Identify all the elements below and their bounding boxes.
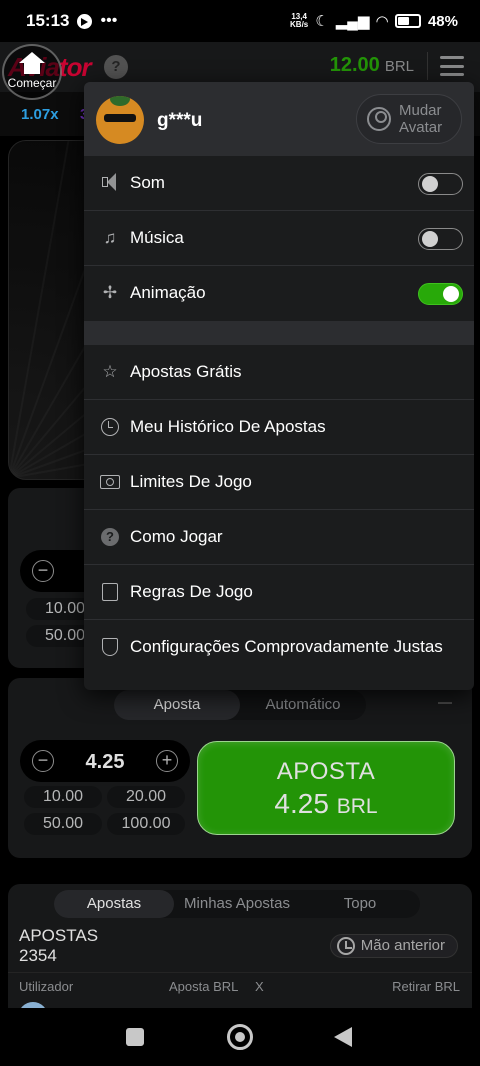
history-icon [100,417,120,437]
menu-item-game-limits[interactable]: Limites De Jogo [84,455,474,510]
home-label: Começar [7,76,57,90]
clock: 15:13 [26,11,70,30]
menu-item-bet-history[interactable]: Meu Histórico De Apostas [84,400,474,455]
back-button[interactable] [334,1027,352,1047]
network-speed: 13,4 KB/s [290,12,309,29]
system-nav-bar [0,1008,480,1066]
banknote-icon [100,472,120,492]
moon-icon: ☾ [315,13,329,30]
shield-check-icon [100,637,120,657]
username: g***u [157,110,203,131]
telegram-icon [77,13,93,29]
more-notifications-icon: ••• [100,12,118,29]
menu-item-how-to-play[interactable]: ? Como Jogar [84,510,474,565]
recent-apps-button[interactable] [126,1028,144,1046]
propeller-icon: ✢ [102,283,118,302]
settings-menu: g***u Mudar Avatar Som ♫ Música ✢ Animaç… [84,82,474,690]
question-icon: ? [100,527,120,547]
home-nav-button[interactable] [227,1024,253,1050]
battery-percent: 48% [427,12,458,30]
change-avatar-button[interactable]: Mudar Avatar [356,94,462,144]
sound-toggle[interactable] [418,173,463,195]
user-section: g***u Mudar Avatar [84,82,474,156]
menu-item-game-rules[interactable]: Regras De Jogo [84,565,474,620]
star-icon: ☆ [102,362,118,381]
animation-toggle[interactable] [418,283,463,305]
house-icon [19,52,45,74]
wifi-icon: ◠ [376,13,388,30]
status-bar: 15:13 ••• 13,4 KB/s ☾ ▂▄▆ ◠ 48% [0,0,480,42]
menu-item-free-bets[interactable]: ☆ Apostas Grátis [84,345,474,400]
person-icon [367,107,391,131]
home-button[interactable]: Começar [2,44,62,100]
avatar [96,96,144,144]
setting-sound: Som [84,156,474,211]
music-toggle[interactable] [418,228,463,250]
battery-icon [394,14,421,28]
document-icon [100,582,120,602]
music-note-icon: ♫ [103,228,117,247]
setting-animation: ✢ Animação [84,266,474,321]
speaker-icon [100,173,120,193]
menu-item-provably-fair[interactable]: Configurações Comprovadamente Justas [84,620,474,675]
menu-divider [84,321,474,345]
setting-music: ♫ Música [84,211,474,266]
signal-icon: ▂▄▆ [335,13,370,30]
